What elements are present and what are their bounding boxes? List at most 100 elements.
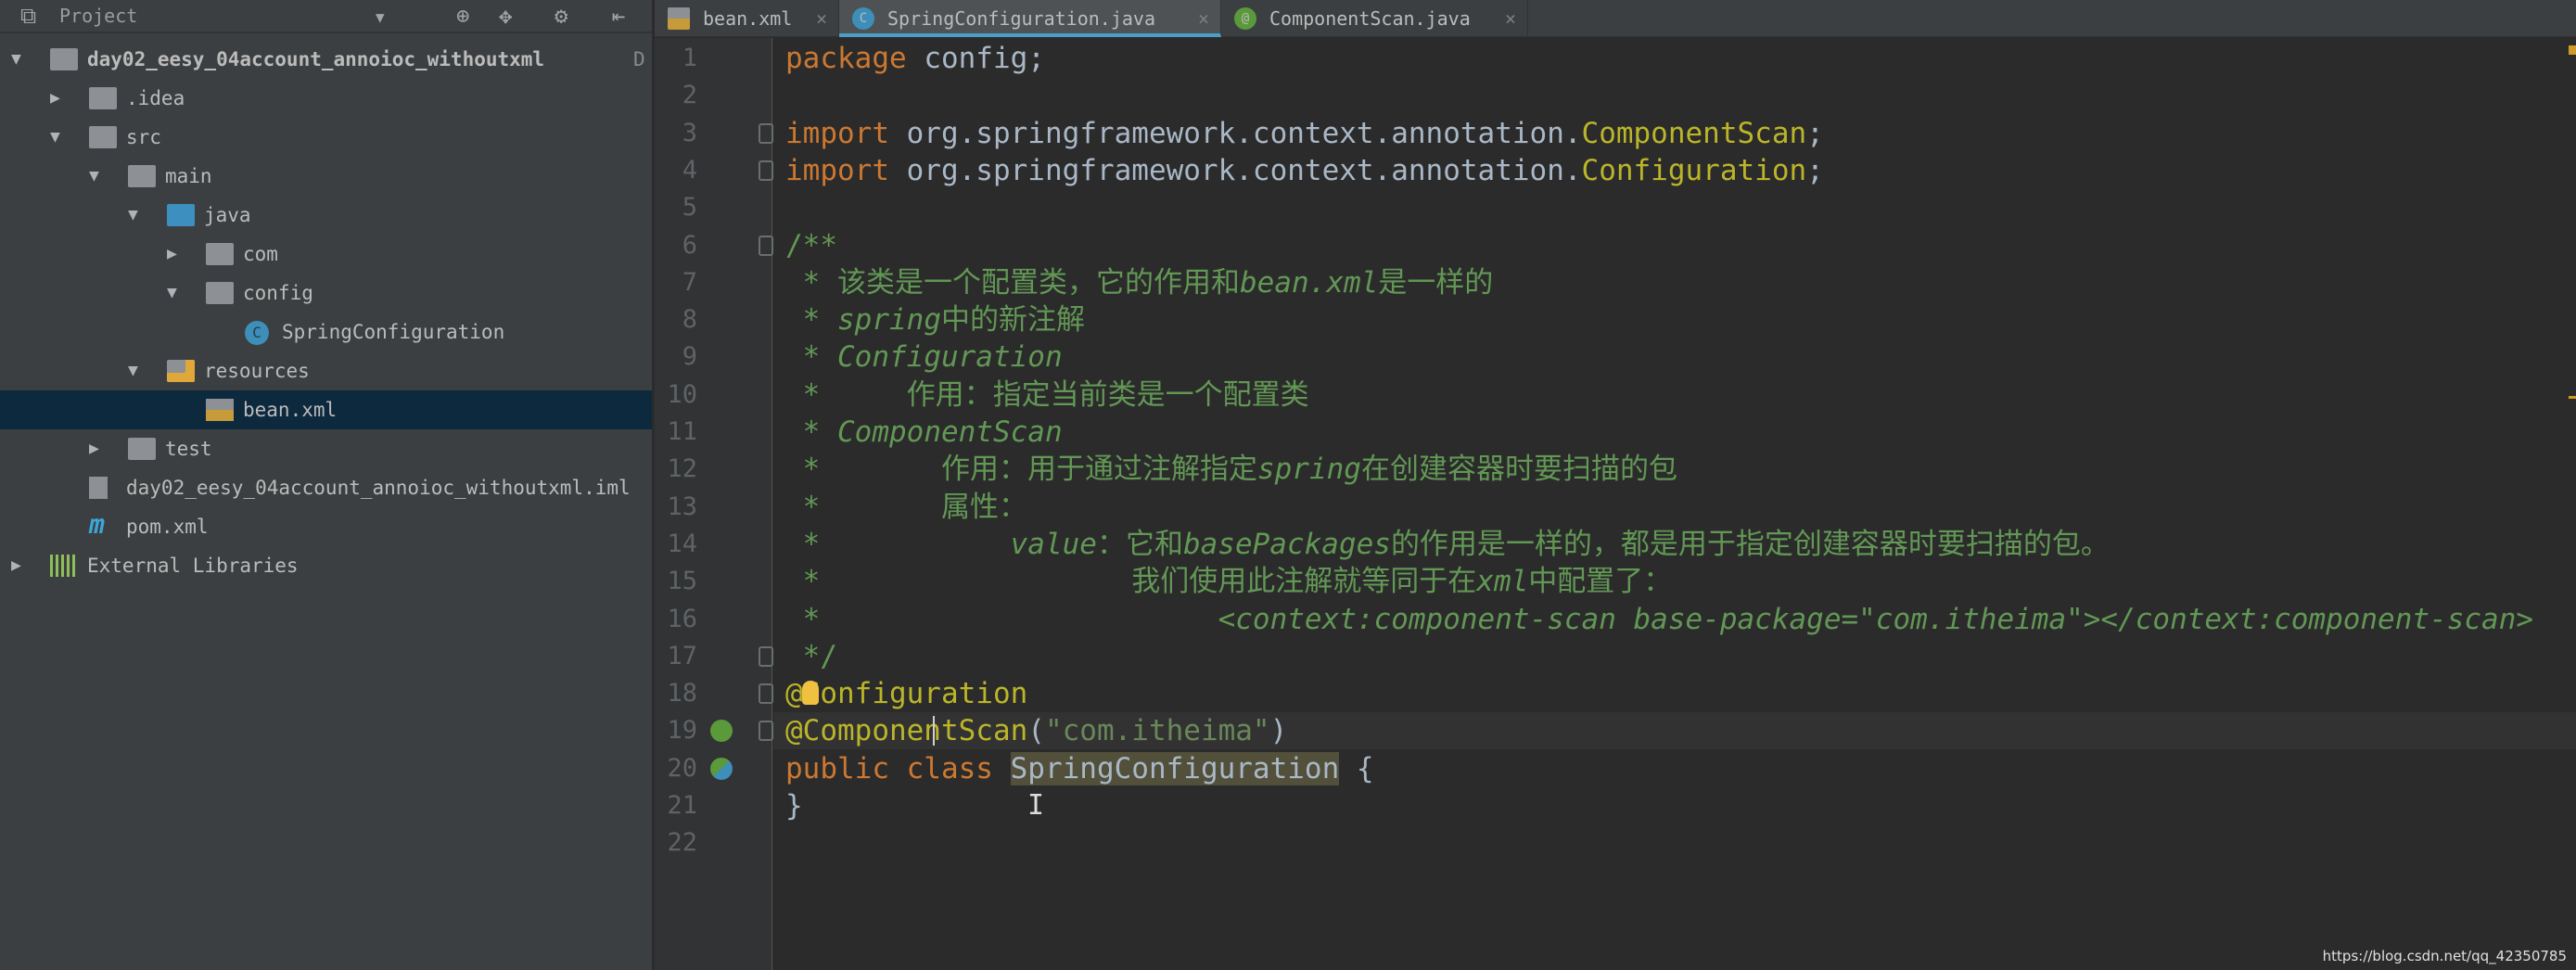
folder-icon — [128, 165, 156, 187]
project-panel-header: ⧉ Project ▼ ⊕ ✥ ⚙ ⇤ — [0, 0, 652, 33]
project-panel: ⧉ Project ▼ ⊕ ✥ ⚙ ⇤ ▼ day02_eesy_04accoun… — [0, 0, 652, 970]
code-line[interactable]: * 作用：指定当前类是一个配置类 — [773, 377, 2576, 414]
code-line[interactable]: @ComponentScan("com.itheima") — [773, 712, 2576, 750]
tree-item[interactable]: ▼ src — [0, 118, 652, 157]
editor-gutter: 1 2 3 4 5 6 7 8 9 10 11 12 13 14 15 16 17 18 19 20 21 22 — [655, 38, 773, 970]
expand-arrow-right-icon[interactable]: ▶ — [167, 235, 177, 274]
tab-bean-xml[interactable]: bean.xml × — [655, 0, 839, 37]
fold-marker-icon[interactable] — [759, 160, 773, 181]
code-token: public class — [785, 751, 1011, 785]
expand-arrow-right-icon[interactable]: ▶ — [11, 546, 21, 585]
code-token: config; — [906, 42, 1045, 75]
source-folder-icon — [167, 204, 195, 226]
tree-item-label: test — [165, 438, 212, 460]
tree-item[interactable]: m pom.xml — [0, 507, 652, 546]
code-token: */ — [785, 639, 837, 673]
view-dropdown-chevron-icon[interactable]: ▼ — [376, 8, 385, 26]
code-token: /** — [785, 228, 837, 262]
code-line[interactable]: import org.springframework.context.annot… — [773, 152, 2576, 189]
expand-arrow-right-icon[interactable]: ▶ — [50, 79, 60, 118]
editor-tabs: bean.xml × C SpringConfiguration.java × @ Comp… — [655, 0, 2576, 37]
tree-item[interactable]: ▼ day02_eesy_04account_annoioc_withoutxml… — [0, 40, 652, 79]
code-line[interactable]: * 该类是一个配置类，它的作用和bean.xml是一样的 — [773, 264, 2576, 301]
tree-item[interactable]: ▶ External Libraries — [0, 546, 652, 585]
tab-componentscan-java[interactable]: @ ComponentScan.java × — [1221, 0, 1528, 37]
tab-springconfiguration-java[interactable]: C SpringConfiguration.java × — [839, 0, 1221, 37]
fold-marker-icon[interactable] — [759, 683, 773, 705]
expand-arrow-down-icon[interactable]: ▼ — [167, 274, 177, 313]
code-line[interactable] — [773, 189, 2576, 226]
line-number: 7 — [682, 267, 697, 297]
code-line[interactable]: * 作用：用于通过注解指定spring在创建容器时要扫描的包 — [773, 451, 2576, 488]
tree-item[interactable]: ▶ .idea — [0, 79, 652, 118]
code-line[interactable]: * ComponentScan — [773, 414, 2576, 451]
expand-arrow-down-icon[interactable]: ▼ — [50, 118, 60, 157]
code-token: SpringConfiguration — [1010, 751, 1340, 785]
code-token: * — [785, 602, 1218, 636]
fold-marker-icon[interactable] — [759, 122, 773, 144]
expand-arrow-down-icon[interactable]: ▼ — [89, 157, 99, 196]
tree-item[interactable]: day02_eesy_04account_annoioc_withoutxml.… — [0, 468, 652, 507]
code-token: import — [785, 116, 889, 150]
tree-item[interactable]: C SpringConfiguration — [0, 313, 652, 351]
close-tab-icon[interactable]: × — [1505, 0, 1516, 37]
fold-marker-icon[interactable] — [759, 645, 773, 667]
collapse-all-icon[interactable]: ✥ — [499, 3, 512, 29]
expand-arrow-right-icon[interactable]: ▶ — [89, 429, 99, 468]
tree-item[interactable]: ▶ com — [0, 235, 652, 274]
code-line[interactable]: * value：它和basePackages的作用是一样的，都是用于指定创建容器… — [773, 526, 2576, 563]
spring-bean-gutter-icon[interactable] — [710, 757, 733, 780]
code-token: org.springframework.context.annotation. — [888, 153, 1582, 187]
tree-item-label: bean.xml — [243, 399, 338, 421]
code-line[interactable]: * 我们使用此注解就等同于在xml中配置了： — [773, 563, 2576, 600]
code-line[interactable]: @Configuration — [773, 675, 2576, 712]
line-number: 3 — [682, 118, 697, 147]
expand-arrow-down-icon[interactable]: ▼ — [128, 196, 138, 235]
code-line[interactable] — [773, 77, 2576, 114]
tree-item[interactable]: ▼ java — [0, 196, 652, 235]
tree-item[interactable]: ▶ test — [0, 429, 652, 468]
text-caret — [933, 716, 935, 747]
close-tab-icon[interactable]: × — [816, 0, 827, 37]
fold-marker-icon[interactable] — [759, 721, 773, 742]
tree-item[interactable]: ▼ main — [0, 157, 652, 196]
expand-arrow-down-icon[interactable]: ▼ — [11, 40, 21, 79]
code-line[interactable]: * 属性： — [773, 489, 2576, 526]
expand-arrow-down-icon[interactable]: ▼ — [128, 351, 138, 390]
tree-item-label: SpringConfiguration — [282, 321, 505, 343]
gear-icon[interactable]: ⚙ — [555, 3, 567, 29]
scroll-from-source-icon[interactable]: ⊕ — [456, 3, 469, 29]
code-token: * 属性： — [785, 490, 1027, 524]
tree-item[interactable]: bean.xml — [0, 390, 652, 429]
find-usages-gutter-icon[interactable] — [710, 720, 733, 743]
code-line[interactable]: */ — [773, 638, 2576, 675]
code-line[interactable]: public class SpringConfiguration { — [773, 750, 2576, 787]
lightbulb-icon[interactable] — [802, 681, 819, 706]
code-line[interactable] — [773, 824, 2576, 862]
fold-marker-icon[interactable] — [759, 235, 773, 256]
code-token: 的作用是一样的，都是用于指定创建容器时要扫描的包。 — [1390, 527, 2110, 561]
code-line[interactable]: * spring中的新注解 — [773, 301, 2576, 338]
maven-icon: m — [89, 509, 105, 540]
code-token: 在创建容器时要扫描的包 — [1360, 453, 1677, 487]
code-line[interactable]: * <context:component-scan base-package="… — [773, 601, 2576, 638]
code-line[interactable]: import org.springframework.context.annot… — [773, 115, 2576, 152]
close-tab-icon[interactable]: × — [1198, 0, 1209, 37]
line-number: 14 — [667, 529, 697, 558]
code-line[interactable]: /** — [773, 227, 2576, 264]
tree-item-label: External Libraries — [87, 555, 299, 577]
tab-label: ComponentScan.java — [1269, 7, 1471, 30]
tree-item[interactable]: ▼ config — [0, 274, 652, 313]
code-line[interactable]: * Configuration — [773, 338, 2576, 376]
xml-file-icon — [668, 7, 690, 30]
tree-item-label: resources — [204, 360, 310, 382]
hide-panel-icon[interactable]: ⇤ — [612, 3, 625, 29]
project-panel-title[interactable]: Project — [59, 5, 137, 27]
code-token: "com.itheima" — [1044, 714, 1270, 748]
tree-item[interactable]: ▼ resources — [0, 351, 652, 390]
code-editor[interactable]: package config; import org.springframewor… — [773, 38, 2576, 970]
tree-item-label: .idea — [126, 87, 185, 109]
code-line[interactable]: package config; — [773, 40, 2576, 77]
folder-icon — [89, 126, 117, 148]
line-number: 19 — [667, 716, 697, 746]
